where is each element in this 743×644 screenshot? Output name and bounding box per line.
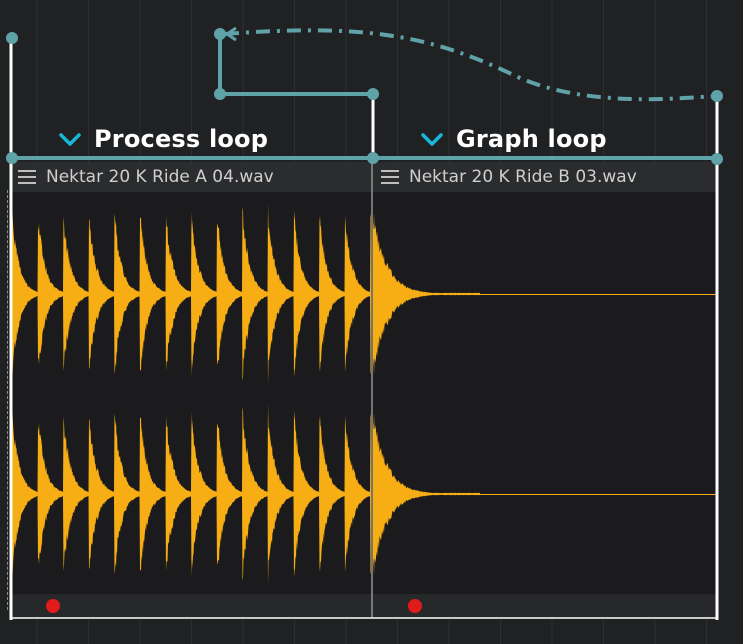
loop-routing-overlay: [6, 26, 723, 620]
routing-node: [367, 88, 379, 100]
arrangement-view: Nektar 20 K Ride A 04.wav Nektar 20 K Ri…: [0, 0, 743, 644]
loop-title: Graph loop: [456, 125, 607, 153]
routing-node: [214, 28, 226, 40]
routing-dashed-curve: [224, 28, 718, 102]
routing-node: [6, 152, 18, 164]
chevron-down-icon[interactable]: [420, 129, 444, 149]
routing-node: [367, 152, 379, 164]
chevron-down-icon[interactable]: [58, 129, 82, 149]
loop-title: Process loop: [94, 125, 269, 153]
loop-header-process[interactable]: Process loop: [58, 122, 268, 156]
left-edge-marker: [7, 190, 8, 610]
routing-node: [6, 32, 18, 44]
loop-header-graph[interactable]: Graph loop: [420, 122, 607, 156]
routing-node: [711, 153, 723, 165]
routing-bracket: [218, 34, 373, 96]
routing-node: [214, 88, 226, 100]
routing-node: [711, 90, 723, 102]
